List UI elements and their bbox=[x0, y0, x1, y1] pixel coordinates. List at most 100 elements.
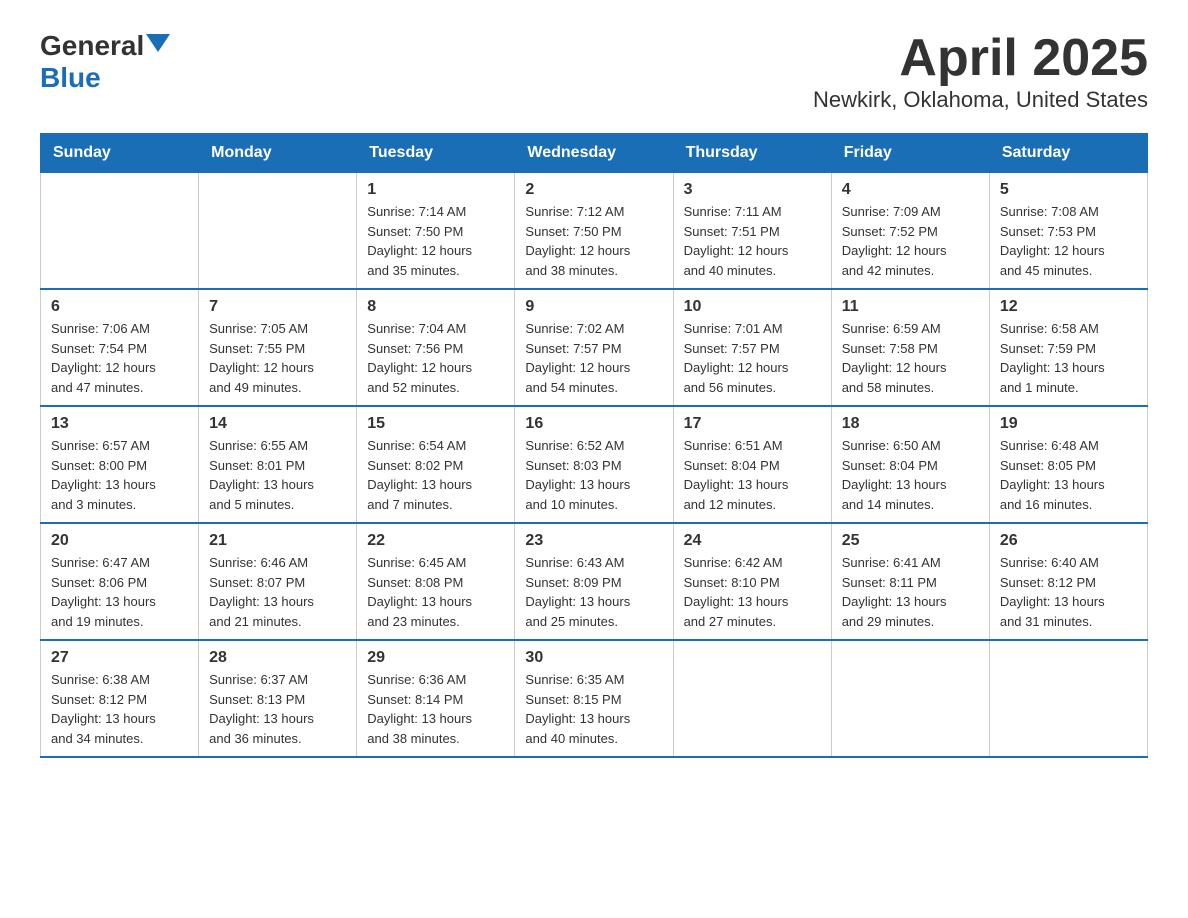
day-info: Sunrise: 6:40 AM Sunset: 8:12 PM Dayligh… bbox=[1000, 553, 1137, 631]
table-row: 19 Sunrise: 6:48 AM Sunset: 8:05 PM Dayli… bbox=[989, 406, 1147, 523]
header-monday: Monday bbox=[199, 134, 357, 173]
table-row: 15Sunrise: 6:54 AM Sunset: 8:02 PM Dayli… bbox=[357, 406, 515, 523]
day-number: 5 bbox=[1000, 181, 1137, 199]
day-number: 21 bbox=[209, 532, 346, 550]
day-number: 19 bbox=[1000, 415, 1137, 433]
day-info: Sunrise: 6:50 AM Sunset: 8:04 PM Dayligh… bbox=[842, 436, 979, 514]
logo-general: General bbox=[40, 30, 144, 62]
day-number: 14 bbox=[209, 415, 346, 433]
day-info: Sunrise: 7:11 AM Sunset: 7:51 PM Dayligh… bbox=[684, 202, 821, 280]
day-number: 29 bbox=[367, 649, 504, 667]
day-number: 8 bbox=[367, 298, 504, 316]
page-header: General Blue April 2025 Newkirk, Oklahom… bbox=[40, 30, 1148, 113]
day-number: 30 bbox=[525, 649, 662, 667]
header-thursday: Thursday bbox=[673, 134, 831, 173]
table-row: 21 Sunrise: 6:46 AM Sunset: 8:07 PM Dayli… bbox=[199, 523, 357, 640]
day-number: 9 bbox=[525, 298, 662, 316]
day-number: 20 bbox=[51, 532, 188, 550]
day-number: 3 bbox=[684, 181, 821, 199]
table-row: 11 Sunrise: 6:59 AM Sunset: 7:58 PM Dayli… bbox=[831, 289, 989, 406]
day-number: 16 bbox=[525, 415, 662, 433]
day-info: Sunrise: 7:05 AM Sunset: 7:55 PM Dayligh… bbox=[209, 319, 346, 397]
table-row: 18 Sunrise: 6:50 AM Sunset: 8:04 PM Dayli… bbox=[831, 406, 989, 523]
table-row: 16 Sunrise: 6:52 AM Sunset: 8:03 PM Dayli… bbox=[515, 406, 673, 523]
table-row: 29Sunrise: 6:36 AM Sunset: 8:14 PM Dayli… bbox=[357, 640, 515, 757]
day-info: Sunrise: 6:45 AM Sunset: 8:08 PM Dayligh… bbox=[367, 553, 504, 631]
table-row: 3 Sunrise: 7:11 AM Sunset: 7:51 PM Daylig… bbox=[673, 173, 831, 290]
table-row bbox=[989, 640, 1147, 757]
header-wednesday: Wednesday bbox=[515, 134, 673, 173]
day-info: Sunrise: 6:54 AM Sunset: 8:02 PM Dayligh… bbox=[367, 436, 504, 514]
table-row: 4 Sunrise: 7:09 AM Sunset: 7:52 PM Daylig… bbox=[831, 173, 989, 290]
calendar-week-row: 6 Sunrise: 7:06 AM Sunset: 7:54 PM Daylig… bbox=[41, 289, 1148, 406]
table-row: 14 Sunrise: 6:55 AM Sunset: 8:01 PM Dayli… bbox=[199, 406, 357, 523]
day-number: 11 bbox=[842, 298, 979, 316]
day-info: Sunrise: 7:09 AM Sunset: 7:52 PM Dayligh… bbox=[842, 202, 979, 280]
day-info: Sunrise: 7:01 AM Sunset: 7:57 PM Dayligh… bbox=[684, 319, 821, 397]
day-info: Sunrise: 6:46 AM Sunset: 8:07 PM Dayligh… bbox=[209, 553, 346, 631]
table-row bbox=[831, 640, 989, 757]
day-number: 23 bbox=[525, 532, 662, 550]
table-row: 26 Sunrise: 6:40 AM Sunset: 8:12 PM Dayli… bbox=[989, 523, 1147, 640]
day-number: 24 bbox=[684, 532, 821, 550]
table-row: 23 Sunrise: 6:43 AM Sunset: 8:09 PM Dayli… bbox=[515, 523, 673, 640]
day-number: 2 bbox=[525, 181, 662, 199]
header-friday: Friday bbox=[831, 134, 989, 173]
calendar-table: Sunday Monday Tuesday Wednesday Thursday… bbox=[40, 133, 1148, 758]
day-info: Sunrise: 7:08 AM Sunset: 7:53 PM Dayligh… bbox=[1000, 202, 1137, 280]
day-info: Sunrise: 6:48 AM Sunset: 8:05 PM Dayligh… bbox=[1000, 436, 1137, 514]
logo-triangle-icon bbox=[146, 34, 170, 52]
calendar-week-row: 1Sunrise: 7:14 AM Sunset: 7:50 PM Daylig… bbox=[41, 173, 1148, 290]
table-row: 1Sunrise: 7:14 AM Sunset: 7:50 PM Daylig… bbox=[357, 173, 515, 290]
day-number: 25 bbox=[842, 532, 979, 550]
day-info: Sunrise: 6:55 AM Sunset: 8:01 PM Dayligh… bbox=[209, 436, 346, 514]
day-number: 18 bbox=[842, 415, 979, 433]
day-info: Sunrise: 6:58 AM Sunset: 7:59 PM Dayligh… bbox=[1000, 319, 1137, 397]
table-row: 30Sunrise: 6:35 AM Sunset: 8:15 PM Dayli… bbox=[515, 640, 673, 757]
table-row: 13 Sunrise: 6:57 AM Sunset: 8:00 PM Dayli… bbox=[41, 406, 199, 523]
day-info: Sunrise: 7:04 AM Sunset: 7:56 PM Dayligh… bbox=[367, 319, 504, 397]
day-number: 27 bbox=[51, 649, 188, 667]
day-info: Sunrise: 6:57 AM Sunset: 8:00 PM Dayligh… bbox=[51, 436, 188, 514]
table-row: 6 Sunrise: 7:06 AM Sunset: 7:54 PM Daylig… bbox=[41, 289, 199, 406]
day-number: 6 bbox=[51, 298, 188, 316]
day-info: Sunrise: 7:06 AM Sunset: 7:54 PM Dayligh… bbox=[51, 319, 188, 397]
day-info: Sunrise: 6:42 AM Sunset: 8:10 PM Dayligh… bbox=[684, 553, 821, 631]
day-info: Sunrise: 7:14 AM Sunset: 7:50 PM Dayligh… bbox=[367, 202, 504, 280]
day-info: Sunrise: 6:41 AM Sunset: 8:11 PM Dayligh… bbox=[842, 553, 979, 631]
day-info: Sunrise: 6:59 AM Sunset: 7:58 PM Dayligh… bbox=[842, 319, 979, 397]
day-number: 17 bbox=[684, 415, 821, 433]
day-number: 7 bbox=[209, 298, 346, 316]
logo: General Blue bbox=[40, 30, 170, 94]
table-row: 5 Sunrise: 7:08 AM Sunset: 7:53 PM Daylig… bbox=[989, 173, 1147, 290]
table-row: 12 Sunrise: 6:58 AM Sunset: 7:59 PM Dayli… bbox=[989, 289, 1147, 406]
table-row: 9 Sunrise: 7:02 AM Sunset: 7:57 PM Daylig… bbox=[515, 289, 673, 406]
table-row: 17 Sunrise: 6:51 AM Sunset: 8:04 PM Dayli… bbox=[673, 406, 831, 523]
day-info: Sunrise: 7:02 AM Sunset: 7:57 PM Dayligh… bbox=[525, 319, 662, 397]
day-info: Sunrise: 6:52 AM Sunset: 8:03 PM Dayligh… bbox=[525, 436, 662, 514]
calendar-week-row: 27 Sunrise: 6:38 AM Sunset: 8:12 PM Dayli… bbox=[41, 640, 1148, 757]
day-number: 22 bbox=[367, 532, 504, 550]
day-info: Sunrise: 6:51 AM Sunset: 8:04 PM Dayligh… bbox=[684, 436, 821, 514]
day-number: 26 bbox=[1000, 532, 1137, 550]
table-row bbox=[673, 640, 831, 757]
day-info: Sunrise: 6:37 AM Sunset: 8:13 PM Dayligh… bbox=[209, 670, 346, 748]
calendar-subtitle: Newkirk, Oklahoma, United States bbox=[813, 87, 1148, 113]
calendar-week-row: 13 Sunrise: 6:57 AM Sunset: 8:00 PM Dayli… bbox=[41, 406, 1148, 523]
calendar-title: April 2025 bbox=[813, 30, 1148, 87]
title-block: April 2025 Newkirk, Oklahoma, United Sta… bbox=[813, 30, 1148, 113]
table-row bbox=[199, 173, 357, 290]
header-tuesday: Tuesday bbox=[357, 134, 515, 173]
day-info: Sunrise: 6:43 AM Sunset: 8:09 PM Dayligh… bbox=[525, 553, 662, 631]
day-number: 13 bbox=[51, 415, 188, 433]
table-row: 2Sunrise: 7:12 AM Sunset: 7:50 PM Daylig… bbox=[515, 173, 673, 290]
table-row: 10 Sunrise: 7:01 AM Sunset: 7:57 PM Dayli… bbox=[673, 289, 831, 406]
table-row: 7 Sunrise: 7:05 AM Sunset: 7:55 PM Daylig… bbox=[199, 289, 357, 406]
day-number: 28 bbox=[209, 649, 346, 667]
day-info: Sunrise: 6:38 AM Sunset: 8:12 PM Dayligh… bbox=[51, 670, 188, 748]
table-row: 27 Sunrise: 6:38 AM Sunset: 8:12 PM Dayli… bbox=[41, 640, 199, 757]
day-number: 12 bbox=[1000, 298, 1137, 316]
table-row: 8 Sunrise: 7:04 AM Sunset: 7:56 PM Daylig… bbox=[357, 289, 515, 406]
day-number: 4 bbox=[842, 181, 979, 199]
day-number: 10 bbox=[684, 298, 821, 316]
